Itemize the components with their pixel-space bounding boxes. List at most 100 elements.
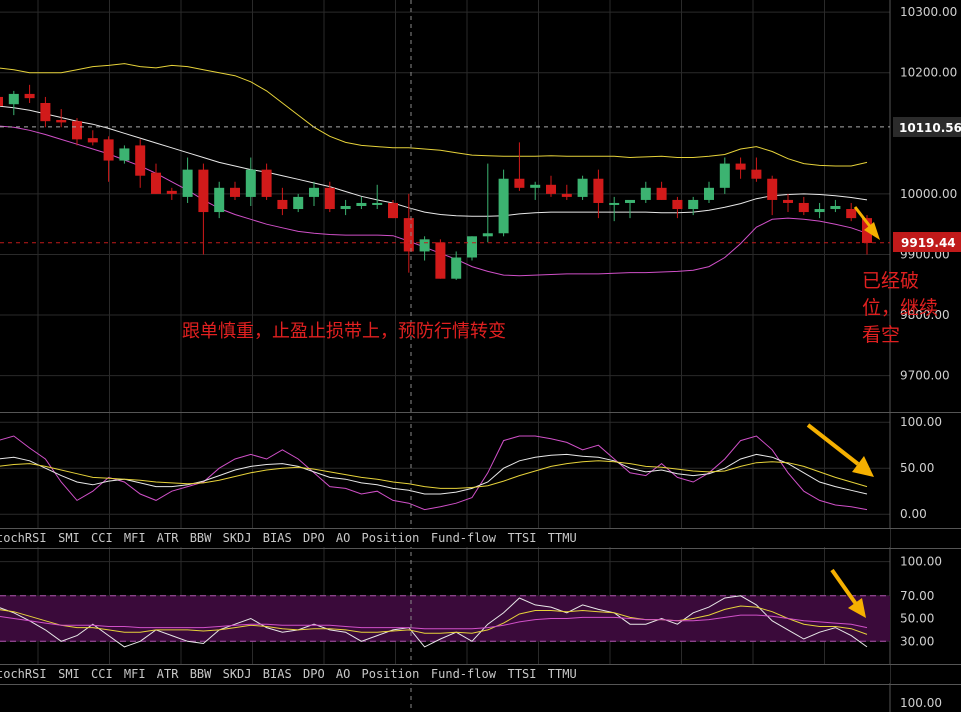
candle-body [688,199,699,210]
trading-chart[interactable]: 10300.0010200.0010000.009900.009800.0097… [0,0,961,712]
indicator-tab[interactable]: TTMU [548,667,577,681]
candle-body [166,190,177,194]
axis-tick-label: 9700.00 [900,369,950,383]
oscillator-band [0,595,890,642]
candle-body [198,169,209,213]
indicator-tab[interactable]: BBW [190,531,212,545]
candle [435,239,446,279]
axis-tick-label: 50.00 [900,612,934,626]
candle-body [309,187,319,197]
candle-body [261,169,272,197]
candle-body [230,187,240,197]
indicator-tab[interactable]: TTMU [548,531,577,545]
indicator-tab[interactable]: TTSI [508,531,537,545]
candle-body [293,196,304,210]
candle-body [151,172,161,194]
candle-body [704,187,714,200]
indicator-tab[interactable]: SMI [58,667,80,681]
axis-tick-label: 10000.00 [900,187,957,201]
candle-body [783,199,793,203]
indicator-tab[interactable]: Position [362,667,420,681]
axis-tick-label: 70.00 [900,589,934,603]
price-tag-reference: 10110.56 [893,117,961,137]
candle-body [245,169,256,197]
candle-body [419,239,430,252]
candle-body [498,178,509,234]
candle-body [0,96,3,107]
candle-body [751,169,762,179]
axis-tick-label: 100.00 [900,555,942,569]
indicator-tabs-top[interactable]: tochRSI SMI CCI MFI ATR BBW SKDJ BIAS DPO AO Posit… [0,529,890,547]
candle-body [356,202,367,206]
candle-body [656,187,667,200]
candle [467,236,477,261]
candle-body [182,169,193,197]
indicator-tab[interactable]: AO [336,531,350,545]
indicator-tab[interactable]: SKDJ [223,531,252,545]
candle-body [403,218,414,252]
indicator-tab[interactable]: MFI [124,531,146,545]
candle-body [135,145,146,176]
indicator-tab[interactable]: BIAS [263,531,292,545]
candle-body [103,139,114,161]
side-annotation-line-2: 位，继续 [862,297,938,319]
indicator-tab[interactable]: ATR [157,531,179,545]
candle-body [546,184,556,194]
candle-body [640,187,651,200]
candle-body [277,199,288,210]
candle-body [435,242,446,279]
indicator-tab[interactable]: ATR [157,667,179,681]
candle-body [214,187,225,213]
candle-body [56,119,67,123]
candle-body [372,202,383,205]
indicator-tab[interactable]: TTSI [508,667,537,681]
candle-body [593,178,604,203]
indicator-tab[interactable]: BBW [190,667,212,681]
indicator-tab[interactable]: Fund-flow [431,531,497,545]
axis-tick-label: 10300.00 [900,5,957,19]
indicator-tab[interactable]: SMI [58,531,80,545]
axis-tick-label: 10200.00 [900,66,957,80]
candle-body [24,93,35,99]
candle-body [340,206,351,210]
candle [498,169,509,237]
main-annotation: 跟单慎重，止盈止损带上，预防行情转变 [182,321,506,342]
candle-body [846,209,857,219]
candle-body [561,193,572,197]
candle-body [324,187,335,210]
last-price-tag: 9919.44 [893,232,961,252]
indicator-tab[interactable]: AO [336,667,350,681]
candle-body [119,148,130,161]
candle-body [467,236,477,258]
candle-body [8,93,19,105]
candle-body [530,184,541,188]
candle-body [577,178,588,197]
oscillator-band-fill [0,595,890,642]
indicator-tab[interactable]: tochRSI [0,531,47,545]
indicator-tab[interactable]: MFI [124,667,146,681]
indicator-tab[interactable]: CCI [91,531,113,545]
candle-body [87,138,98,143]
axis-tick-label: 50.00 [900,461,934,475]
side-annotation-line-1: 已经破 [862,270,919,292]
candle-body [830,206,841,210]
candle-body [609,202,620,205]
candle-body [514,178,525,188]
indicator-tab[interactable]: DPO [303,531,325,545]
indicator-tab[interactable]: BIAS [263,667,292,681]
candle-body [625,199,635,203]
candle-body [814,209,825,213]
indicator-tab[interactable]: SKDJ [223,667,252,681]
candle-body [482,233,493,237]
candle-body [767,178,778,200]
indicator-tab[interactable]: Fund-flow [431,667,497,681]
candle-body [735,163,746,170]
indicator-tab[interactable]: tochRSI [0,667,47,681]
indicator-tabs-bottom[interactable]: tochRSI SMI CCI MFI ATR BBW SKDJ BIAS DPO AO Posit… [0,665,890,683]
candle-body [388,202,398,219]
indicator-tab[interactable]: DPO [303,667,325,681]
candle-body [798,202,809,213]
price-tag-reference-text: 10110.56 [899,121,961,135]
indicator-tab[interactable]: Position [362,531,420,545]
indicator-tab[interactable]: CCI [91,667,113,681]
